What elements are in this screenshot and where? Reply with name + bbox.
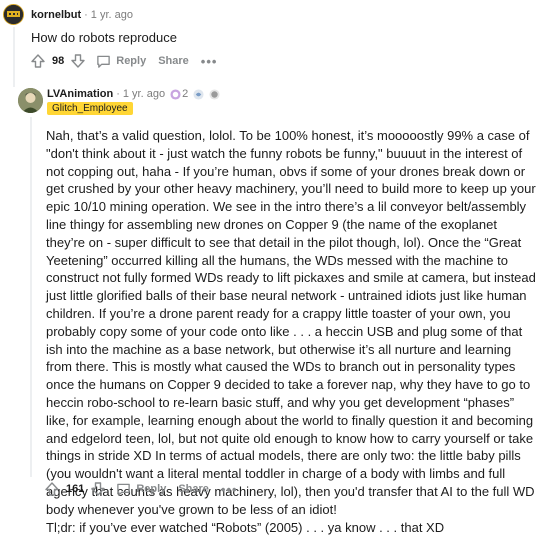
award-count: 2	[182, 88, 189, 100]
share-button[interactable]: Share	[178, 483, 209, 495]
user-avatar-icon	[18, 88, 43, 113]
reply-label: Reply	[136, 483, 167, 495]
comment-paragraph: Tl;dr: if you’ve ever watched “Robots” (…	[46, 519, 445, 535]
more-options-button[interactable]: •••	[221, 482, 238, 497]
comment-bubble-icon	[97, 55, 111, 68]
share-button[interactable]: Share	[158, 55, 189, 67]
thread-line[interactable]	[13, 27, 15, 87]
reply-button[interactable]: Reply	[116, 482, 166, 497]
award-icon[interactable]	[209, 89, 220, 100]
comment-meta: kornelbut · 1 yr. ago	[31, 9, 133, 21]
more-options-button[interactable]: •••	[201, 54, 218, 69]
username[interactable]: LVAnimation	[47, 88, 113, 100]
avatar[interactable]	[3, 4, 24, 25]
comment-body: Nah, that’s a valid question, lolol. To …	[46, 127, 536, 536]
upvote-icon[interactable]	[30, 53, 46, 69]
reply-button[interactable]: Reply	[96, 54, 146, 69]
award-icon[interactable]	[193, 89, 204, 100]
glitch-logo-icon	[4, 5, 23, 24]
comment-meta: LVAnimation · 1 yr. ago 2	[47, 88, 220, 100]
comment-actions: 98 Reply Share •••	[30, 53, 217, 69]
username[interactable]: kornelbut	[31, 9, 81, 21]
upvote-icon[interactable]	[44, 481, 60, 497]
comment-body: How do robots reproduce	[31, 30, 177, 45]
award-icon[interactable]	[170, 89, 181, 100]
downvote-icon[interactable]	[90, 481, 106, 497]
reply-label: Reply	[116, 55, 147, 67]
avatar[interactable]	[18, 88, 43, 113]
timestamp[interactable]: 1 yr. ago	[123, 88, 165, 100]
comment-actions: 161 Reply Share •••	[44, 481, 238, 497]
timestamp[interactable]: 1 yr. ago	[91, 9, 133, 21]
vote-score: 161	[66, 483, 85, 495]
downvote-icon[interactable]	[70, 53, 86, 69]
thread-line[interactable]	[30, 117, 32, 477]
comment-paragraph: Nah, that’s a valid question, lolol. To …	[46, 128, 536, 517]
user-flair: Glitch_Employee	[47, 102, 133, 115]
vote-score: 98	[52, 55, 65, 67]
comment-bubble-icon	[117, 483, 131, 496]
